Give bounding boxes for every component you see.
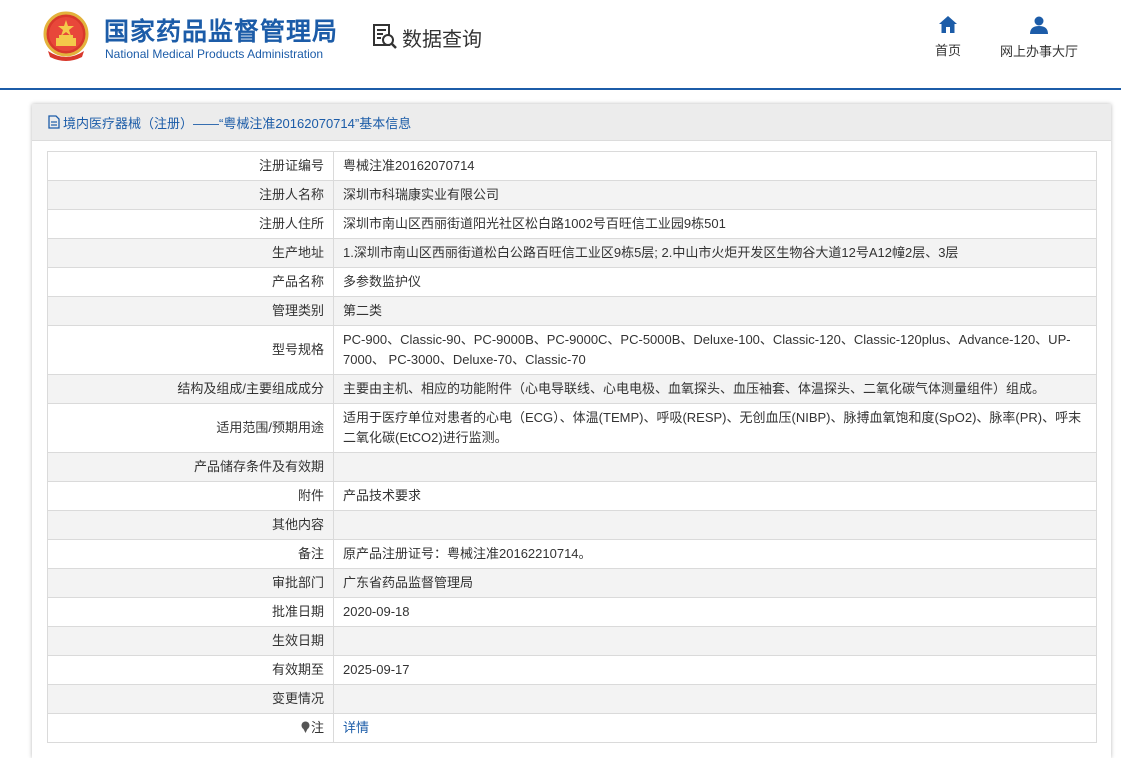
row-label: 结构及组成/主要组成成分: [47, 374, 334, 404]
table-row: 备注 原产品注册证号：粤械注准20162210714。: [47, 539, 1097, 569]
note-value-cell: 详情: [333, 713, 1097, 743]
note-label-cell: 注: [47, 713, 334, 743]
row-label: 有效期至: [47, 655, 334, 685]
note-label: 注: [310, 720, 324, 735]
document-search-icon: [373, 24, 397, 49]
row-label: 型号规格: [47, 325, 334, 375]
table-row: 管理类别 第二类: [47, 296, 1097, 326]
row-label: 注册证编号: [47, 151, 334, 181]
table-row: 审批部门 广东省药品监督管理局: [47, 568, 1097, 598]
panel-header: 境内医疗器械（注册）——“粤械注准20162070714”基本信息: [32, 104, 1111, 141]
row-label: 附件: [47, 481, 334, 511]
note-row: 注 详情: [47, 713, 1097, 743]
table-row: 生产地址 1.深圳市南山区西丽街道松白公路百旺信工业区9栋5层; 2.中山市火炬开…: [47, 238, 1097, 268]
user-icon: [1030, 16, 1048, 34]
row-label: 适用范围/预期用途: [47, 403, 334, 453]
row-value: [333, 684, 1097, 714]
row-value: 适用于医疗单位对患者的心电（ECG）、体温(TEMP)、呼吸(RESP)、无创血…: [333, 403, 1097, 453]
row-label: 管理类别: [47, 296, 334, 326]
row-value: 多参数监护仪: [333, 267, 1097, 297]
row-label: 审批部门: [47, 568, 334, 598]
nav-online-hall-label: 网上办事大厅: [999, 44, 1078, 59]
site-header: 国家药品监督管理局 National Medical Products Admi…: [0, 0, 1121, 88]
row-label: 备注: [47, 539, 334, 569]
row-value: 广东省药品监督管理局: [333, 568, 1097, 598]
data-query-label: 数据查询: [402, 28, 482, 51]
row-value: 深圳市南山区西丽街道阳光社区松白路1002号百旺信工业园9栋501: [333, 209, 1097, 239]
pin-icon: [301, 721, 310, 733]
table-row: 注册人住所 深圳市南山区西丽街道阳光社区松白路1002号百旺信工业园9栋501: [47, 209, 1097, 239]
table-row: 批准日期 2020-09-18: [47, 597, 1097, 627]
table-row: 结构及组成/主要组成成分 主要由主机、相应的功能附件（心电导联线、心电电极、血氧探…: [47, 374, 1097, 404]
row-label: 注册人住所: [47, 209, 334, 239]
nav-home[interactable]: 首页: [926, 16, 970, 59]
table-row: 其他内容: [47, 510, 1097, 540]
row-value: 粤械注准20162070714: [333, 151, 1097, 181]
row-value: [333, 510, 1097, 540]
row-value: 原产品注册证号：粤械注准20162210714。: [333, 539, 1097, 569]
row-value: 第二类: [333, 296, 1097, 326]
row-value: 2025-09-17: [333, 655, 1097, 685]
row-label: 变更情况: [47, 684, 334, 714]
data-query-link[interactable]: 数据查询: [372, 22, 482, 52]
row-label: 注册人名称: [47, 180, 334, 210]
table-row: 型号规格 PC-900、Classic-90、PC-9000B、PC-9000C、…: [47, 325, 1097, 375]
table-row: 适用范围/预期用途 适用于医疗单位对患者的心电（ECG）、体温(TEMP)、呼吸(…: [47, 403, 1097, 453]
row-label: 产品名称: [47, 267, 334, 297]
row-value: 2020-09-18: [333, 597, 1097, 627]
table-row: 注册证编号 粤械注准20162070714: [47, 151, 1097, 181]
table-row: 生效日期: [47, 626, 1097, 656]
details-link[interactable]: 详情: [343, 720, 369, 735]
row-value: 1.深圳市南山区西丽街道松白公路百旺信工业区9栋5层; 2.中山市火炬开发区生物…: [333, 238, 1097, 268]
row-label: 生产地址: [47, 238, 334, 268]
header-divider: [0, 88, 1121, 90]
row-value: [333, 452, 1097, 482]
row-label: 其他内容: [47, 510, 334, 540]
national-emblem-icon: [43, 11, 89, 61]
org-name-cn: 国家药品监督管理局: [104, 18, 339, 46]
home-icon: [939, 16, 957, 33]
table-row: 附件 产品技术要求: [47, 481, 1097, 511]
row-label: 产品储存条件及有效期: [47, 452, 334, 482]
nav-online-hall[interactable]: 网上办事大厅: [996, 16, 1082, 60]
row-value: 产品技术要求: [333, 481, 1097, 511]
document-icon: [48, 115, 60, 129]
table-row: 产品储存条件及有效期: [47, 452, 1097, 482]
nav-home-label: 首页: [934, 43, 961, 58]
row-value: 主要由主机、相应的功能附件（心电导联线、心电电极、血氧探头、血压袖套、体温探头、…: [333, 374, 1097, 404]
row-label: 生效日期: [47, 626, 334, 656]
table-row: 变更情况: [47, 684, 1097, 714]
panel-title: 境内医疗器械（注册）——“粤械注准20162070714”基本信息: [63, 115, 412, 131]
table-row: 有效期至 2025-09-17: [47, 655, 1097, 685]
row-label: 批准日期: [47, 597, 334, 627]
info-table: 注册证编号 粤械注准20162070714 注册人名称 深圳市科瑞康实业有限公司 注册人…: [47, 151, 1097, 743]
table-row: 注册人名称 深圳市科瑞康实业有限公司: [47, 180, 1097, 210]
row-value: 深圳市科瑞康实业有限公司: [333, 180, 1097, 210]
detail-panel: 境内医疗器械（注册）——“粤械注准20162070714”基本信息 注册证编号粤…: [32, 104, 1111, 758]
org-name-en: National Medical Products Administration: [105, 47, 324, 61]
row-value: [333, 626, 1097, 656]
table-row: 产品名称 多参数监护仪: [47, 267, 1097, 297]
row-value: PC-900、Classic-90、PC-9000B、PC-9000C、PC-5…: [333, 325, 1097, 375]
